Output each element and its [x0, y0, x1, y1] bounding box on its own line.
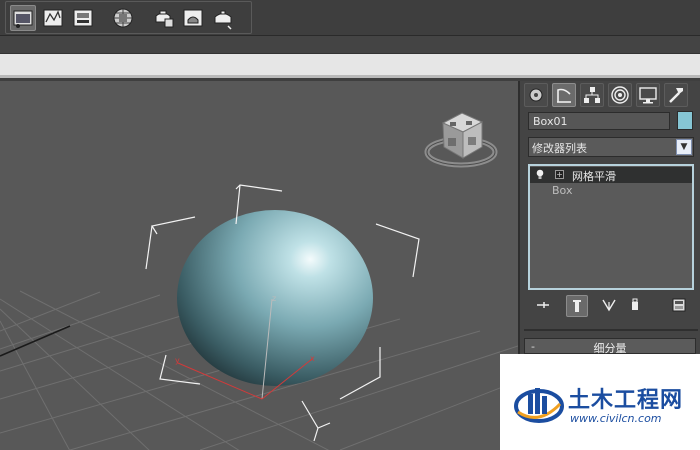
display-tab[interactable]	[636, 83, 660, 107]
svg-text:x: x	[310, 354, 315, 363]
chevron-down-icon[interactable]: ▼	[676, 139, 692, 155]
modifier-list-label: 修改器列表	[532, 142, 587, 155]
quick-render-icon[interactable]	[210, 5, 236, 31]
remove-modifier-icon[interactable]	[624, 295, 646, 317]
modify-tab[interactable]	[552, 83, 576, 107]
panel-divider	[524, 329, 698, 331]
svg-text:z: z	[272, 294, 276, 303]
render-frame-icon[interactable]	[70, 5, 96, 31]
object-color-swatch[interactable]	[677, 111, 693, 130]
configure-modifier-sets-icon[interactable]	[668, 295, 690, 317]
expand-icon[interactable]: +	[555, 170, 564, 179]
stack-item-box[interactable]: Box	[530, 183, 692, 199]
stack-controls	[528, 295, 694, 317]
perspective-viewport[interactable]: y x z	[0, 81, 518, 450]
watermark-url: www.civilcn.com	[570, 412, 662, 425]
viewport-scene: y x z	[0, 112, 518, 450]
svg-text:y: y	[175, 356, 180, 365]
stack-item-meshsmooth[interactable]: + 网格平滑	[530, 167, 692, 183]
stack-item-label: Box	[552, 184, 573, 197]
stack-item-label: 网格平滑	[572, 170, 616, 183]
subdivision-amount-rollout[interactable]: - 细分量	[524, 338, 696, 355]
site-watermark: 土木工程网 www.civilcn.com	[500, 354, 700, 450]
main-toolbar	[0, 0, 700, 36]
modifier-stack[interactable]: + 网格平滑 Box	[528, 164, 694, 290]
show-end-result-icon[interactable]	[566, 295, 588, 317]
modifier-list-dropdown[interactable]: 修改器列表 ▼	[528, 137, 694, 157]
pin-stack-icon[interactable]	[532, 295, 554, 317]
ribbon-strip	[0, 36, 700, 54]
render-setup-icon[interactable]	[10, 5, 36, 31]
rendered-frame-window-icon[interactable]	[180, 5, 206, 31]
motion-tab[interactable]	[608, 83, 632, 107]
civilcn-logo-icon	[514, 388, 564, 423]
rendering-toolbar-group	[5, 1, 252, 34]
object-name-field[interactable]	[528, 112, 670, 130]
create-tab[interactable]	[524, 83, 548, 107]
watermark-title: 土木工程网	[568, 388, 684, 413]
light-bulb-icon[interactable]	[536, 169, 544, 180]
hierarchy-tab[interactable]	[580, 83, 604, 107]
material-editor-icon[interactable]	[40, 5, 66, 31]
ribbon-panel	[0, 54, 700, 78]
environment-icon[interactable]	[110, 5, 136, 31]
viewcube[interactable]	[424, 112, 498, 168]
utilities-tab[interactable]	[664, 83, 688, 107]
make-unique-icon[interactable]	[598, 295, 620, 317]
render-icon[interactable]	[150, 5, 176, 31]
